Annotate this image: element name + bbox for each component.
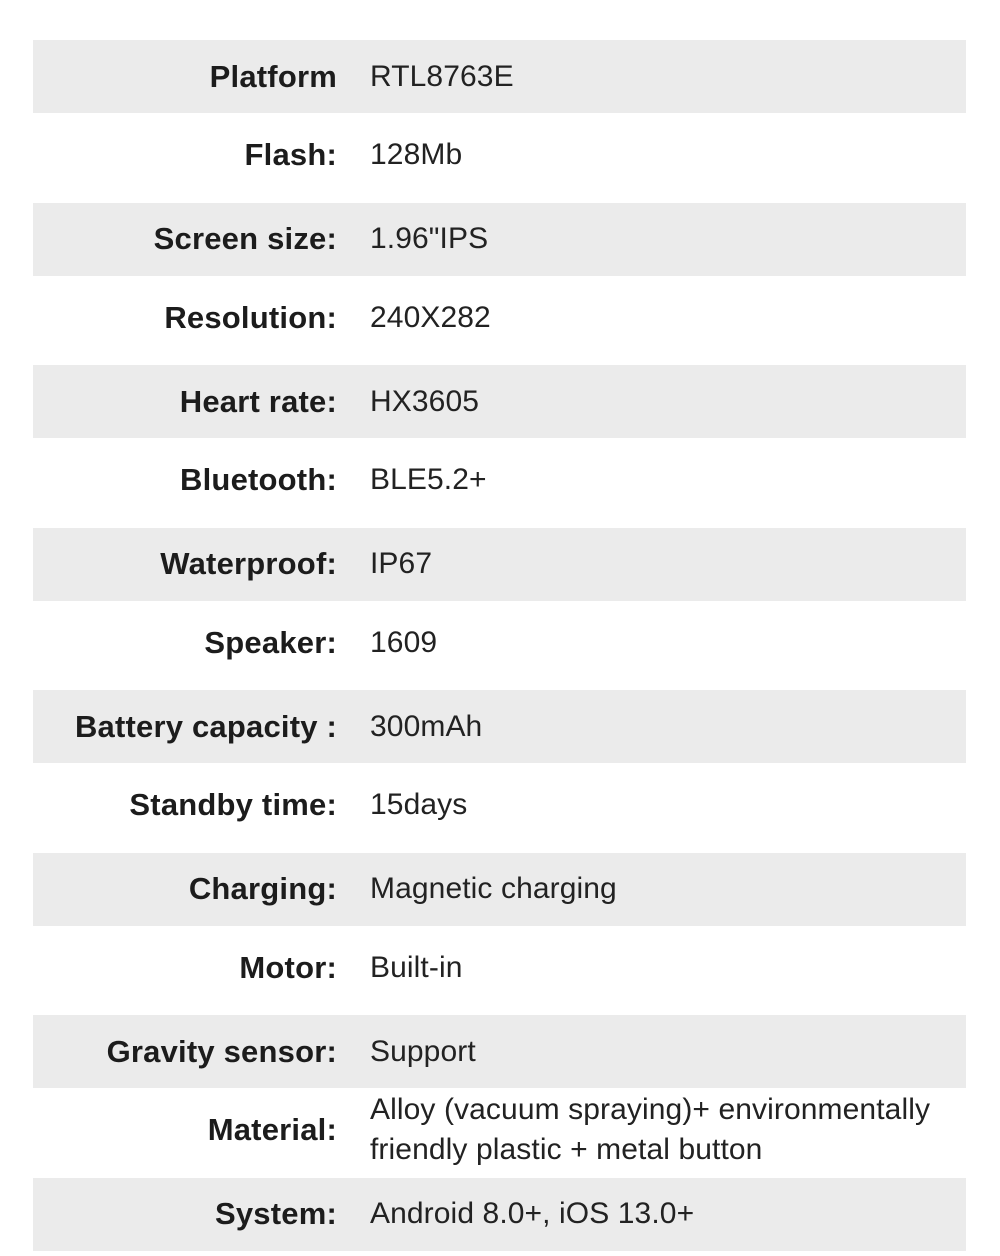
spec-row-flash: Flash: 128Mb <box>33 113 966 197</box>
spec-value: Built-in <box>370 950 463 984</box>
spec-value: 240X282 <box>370 300 491 334</box>
spec-label: Charging: <box>188 871 337 906</box>
spec-row-waterproof: Waterproof: IP67 <box>33 527 966 601</box>
spec-label: Platform <box>209 58 337 94</box>
spec-row-standby-time: Standby time: 15days <box>33 763 966 847</box>
spec-row-motor: Motor: Built-in <box>33 926 966 1010</box>
spec-row-bluetooth: Bluetooth: BLE5.2+ <box>33 438 966 522</box>
spec-row-charging: Charging: Magnetic charging <box>33 852 966 926</box>
spec-label: Gravity sensor: <box>106 1033 337 1069</box>
spec-label: Screen size: <box>153 221 337 256</box>
spec-label: Speaker: <box>204 624 337 660</box>
spec-row-heart-rate: Heart rate: HX3605 <box>33 365 966 438</box>
spec-label: Standby time: <box>129 787 337 822</box>
spec-value: Magnetic charging <box>370 872 617 905</box>
spec-label: Motor: <box>239 949 337 985</box>
spec-value: Support <box>370 1034 476 1068</box>
spec-label: Waterproof: <box>160 546 337 581</box>
spec-row-speaker: Speaker: 1609 <box>33 601 966 685</box>
spec-label: Battery capacity : <box>74 708 337 744</box>
spec-value: RTL8763E <box>370 59 514 93</box>
spec-value: 1.96"IPS <box>370 222 489 255</box>
spec-row-gravity-sensor: Gravity sensor: Support <box>33 1015 966 1088</box>
spec-label: Bluetooth: <box>180 462 337 497</box>
spec-label: System: <box>214 1196 337 1231</box>
spec-row-material: Material: Alloy (vacuum spraying)+ envir… <box>33 1088 966 1172</box>
spec-label: Heart rate: <box>179 383 337 419</box>
spec-row-battery-capacity: Battery capacity : 300mAh <box>33 690 966 763</box>
spec-row-resolution: Resolution: 240X282 <box>33 276 966 360</box>
spec-value: HX3605 <box>370 384 480 418</box>
spec-label: Resolution: <box>164 299 337 335</box>
spec-row-system: System: Android 8.0+, iOS 13.0+ <box>33 1177 966 1251</box>
spec-value: Alloy (vacuum spraying)+ environmentally… <box>370 1093 931 1166</box>
spec-value: BLE5.2+ <box>370 463 487 496</box>
spec-row-screen-size: Screen size: 1.96"IPS <box>33 202 966 276</box>
spec-value: IP67 <box>370 547 433 580</box>
spec-value: Android 8.0+, iOS 13.0+ <box>370 1197 695 1230</box>
spec-value: 15days <box>370 788 468 821</box>
spec-value: 300mAh <box>370 709 483 743</box>
spec-table: Platform RTL8763E Flash: 128Mb Screen si… <box>33 40 966 1256</box>
spec-row-platform: Platform RTL8763E <box>33 40 966 113</box>
spec-value: 1609 <box>370 625 438 659</box>
spec-label: Flash: <box>244 137 337 172</box>
spec-value: 128Mb <box>370 138 463 171</box>
spec-label: Material: <box>207 1112 337 1147</box>
